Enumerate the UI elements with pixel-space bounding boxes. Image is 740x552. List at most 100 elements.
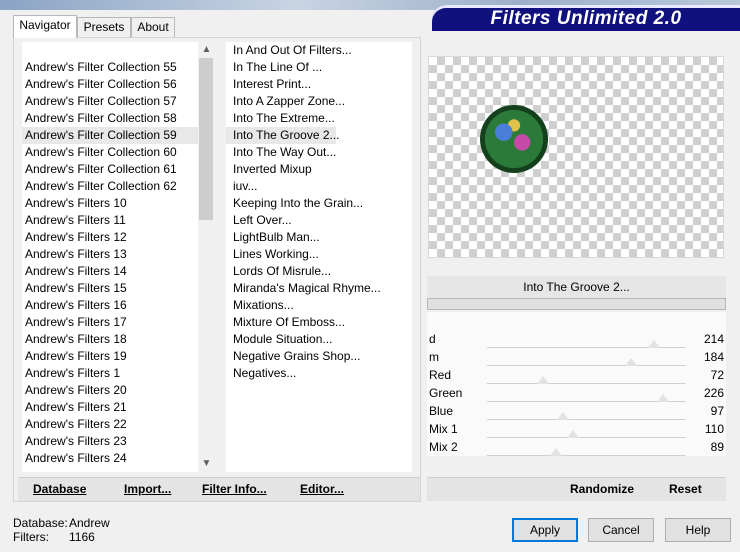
filter-preview[interactable] xyxy=(428,56,724,258)
filter-item[interactable]: Interest Print... xyxy=(226,76,311,93)
filter-item[interactable]: Module Situation... xyxy=(226,331,332,348)
filter-item[interactable]: Lines Working... xyxy=(226,246,319,263)
preview-image xyxy=(480,105,548,173)
category-item[interactable]: Andrew's Filters 12 xyxy=(22,229,198,246)
filter-item[interactable]: Miranda's Magical Rhyme... xyxy=(226,280,381,297)
app-title: Filters Unlimited 2.0 xyxy=(490,8,682,29)
parameter-label: Blue xyxy=(429,404,454,418)
parameter-value: 72 xyxy=(710,368,724,382)
category-item[interactable]: Andrew's Filters 24 xyxy=(22,450,198,467)
filter-item[interactable]: Lords Of Misrule... xyxy=(226,263,331,280)
category-item[interactable]: Andrew's Filters 13 xyxy=(22,246,198,263)
slider-thumb[interactable] xyxy=(566,430,579,438)
category-item[interactable]: Andrew's Filters 19 xyxy=(22,348,198,365)
category-item[interactable]: Andrew's Filter Collection 59 xyxy=(22,127,198,144)
database-label: Database: xyxy=(13,516,68,530)
reset-button[interactable]: Reset xyxy=(669,482,702,496)
category-list[interactable]: Andrew's Filter Collection 55 Andrew's Fi… xyxy=(22,42,198,472)
tab-about[interactable]: About xyxy=(131,17,175,37)
category-item[interactable]: Andrew's Filters 16 xyxy=(22,297,198,314)
slider-thumb[interactable] xyxy=(550,448,563,456)
category-item[interactable]: Andrew's Filters 21 xyxy=(22,399,198,416)
parameter-value: 89 xyxy=(710,440,724,454)
filter-item[interactable]: Into The Extreme... xyxy=(226,110,335,127)
current-filter-name: Into The Groove 2... xyxy=(427,276,726,298)
help-button[interactable]: Help xyxy=(665,518,731,542)
parameter-label: Mix 1 xyxy=(429,422,458,436)
slider-thumb[interactable] xyxy=(537,376,550,384)
parameter-label: m xyxy=(429,350,439,364)
category-item[interactable]: Andrew's Filters 11 xyxy=(22,212,198,229)
navigator-button-bar: Database Import... Filter Info... Editor… xyxy=(18,477,420,501)
filter-item[interactable]: Into The Way Out... xyxy=(226,144,336,161)
parameter-row[interactable]: Red 72 xyxy=(427,366,726,384)
category-item[interactable]: Andrew's Filter Collection 57 xyxy=(22,93,198,110)
parameter-row[interactable]: Blue 97 xyxy=(427,402,726,420)
category-item[interactable]: Andrew's Filter Collection 60 xyxy=(22,144,198,161)
filter-item[interactable]: Mixture Of Emboss... xyxy=(226,314,345,331)
filter-item[interactable]: Negatives... xyxy=(226,365,296,382)
cancel-button[interactable]: Cancel xyxy=(588,518,654,542)
scroll-thumb[interactable] xyxy=(199,58,213,220)
filter-item[interactable]: In The Line Of ... xyxy=(226,59,322,76)
category-item[interactable]: Andrew's Filters 15 xyxy=(22,280,198,297)
filter-list[interactable]: In And Out Of Filters... In The Line Of .… xyxy=(226,42,412,472)
slider-thumb[interactable] xyxy=(624,358,637,366)
parameter-value: 184 xyxy=(703,350,724,364)
parameter-row[interactable]: Mix 1 110 xyxy=(427,420,726,438)
filters-count-value: 1166 xyxy=(69,530,95,544)
category-item[interactable]: Andrew's Filter Collection 62 xyxy=(22,178,198,195)
filter-item[interactable]: Left Over... xyxy=(226,212,292,229)
category-item[interactable]: Andrew's Filters 14 xyxy=(22,263,198,280)
slider-thumb[interactable] xyxy=(648,340,660,348)
category-scrollbar[interactable]: ▲ ▼ xyxy=(198,42,215,472)
parameter-value: 214 xyxy=(703,332,724,346)
filter-info-button[interactable]: Filter Info... xyxy=(202,482,267,496)
category-item[interactable]: Andrew's Filters 10 xyxy=(22,195,198,212)
category-item[interactable]: Andrew's Filter Collection 58 xyxy=(22,110,198,127)
progress-bar xyxy=(427,298,726,310)
filter-item[interactable]: In And Out Of Filters... xyxy=(226,42,352,59)
filter-item[interactable]: LightBulb Man... xyxy=(226,229,320,246)
parameter-row[interactable]: d 214 xyxy=(427,330,726,348)
apply-button[interactable]: Apply xyxy=(512,518,578,542)
app-banner: Filters Unlimited 2.0 xyxy=(432,5,740,31)
category-item[interactable]: Andrew's Filters 18 xyxy=(22,331,198,348)
scroll-up-icon[interactable]: ▲ xyxy=(198,42,215,58)
slider-thumb[interactable] xyxy=(657,394,670,402)
slider-thumb[interactable] xyxy=(556,412,569,420)
filter-item[interactable]: Into The Groove 2... xyxy=(226,127,340,144)
category-item[interactable]: Andrew's Filters 20 xyxy=(22,382,198,399)
scroll-down-icon[interactable]: ▼ xyxy=(198,456,215,472)
filter-item[interactable]: Negative Grains Shop... xyxy=(226,348,360,365)
database-value: Andrew xyxy=(69,516,110,530)
category-item[interactable]: Andrew's Filter Collection 61 xyxy=(22,161,198,178)
filter-item[interactable]: Mixations... xyxy=(226,297,294,314)
parameter-row[interactable]: Mix 2 89 xyxy=(427,438,726,456)
category-item[interactable]: Andrew's Filter Collection 56 xyxy=(22,76,198,93)
category-item[interactable]: Andrew's Filters 1 xyxy=(22,365,198,382)
parameter-sliders: d 214 m 184 Red 72 Green 226 Blue 97 Mix 1 110 Mix 2… xyxy=(427,312,726,456)
category-item[interactable]: Andrew's Filters 23 xyxy=(22,433,198,450)
category-item[interactable]: Andrew's Filter Collection 55 xyxy=(22,59,198,76)
filter-item[interactable]: Into A Zapper Zone... xyxy=(226,93,345,110)
filter-item[interactable]: Inverted Mixup xyxy=(226,161,312,178)
category-item[interactable]: Andrew's Filters 17 xyxy=(22,314,198,331)
parameter-row[interactable]: Green 226 xyxy=(427,384,726,402)
filters-count-label: Filters: xyxy=(13,530,49,544)
tab-navigator[interactable]: Navigator xyxy=(13,15,77,38)
import-button[interactable]: Import... xyxy=(124,482,171,496)
editor-button[interactable]: Editor... xyxy=(300,482,344,496)
tab-presets[interactable]: Presets xyxy=(77,17,131,37)
slider-track[interactable] xyxy=(487,448,686,456)
parameter-row[interactable]: m 184 xyxy=(427,348,726,366)
category-item[interactable]: Andrew's Filters 22 xyxy=(22,416,198,433)
parameter-value: 110 xyxy=(704,422,724,436)
parameter-value: 97 xyxy=(710,404,724,418)
randomize-button[interactable]: Randomize xyxy=(570,482,634,496)
filter-item[interactable]: iuv... xyxy=(226,178,257,195)
parameter-label: d xyxy=(429,332,436,346)
database-button[interactable]: Database xyxy=(33,482,86,496)
parameter-value: 226 xyxy=(703,386,724,400)
filter-item[interactable]: Keeping Into the Grain... xyxy=(226,195,363,212)
